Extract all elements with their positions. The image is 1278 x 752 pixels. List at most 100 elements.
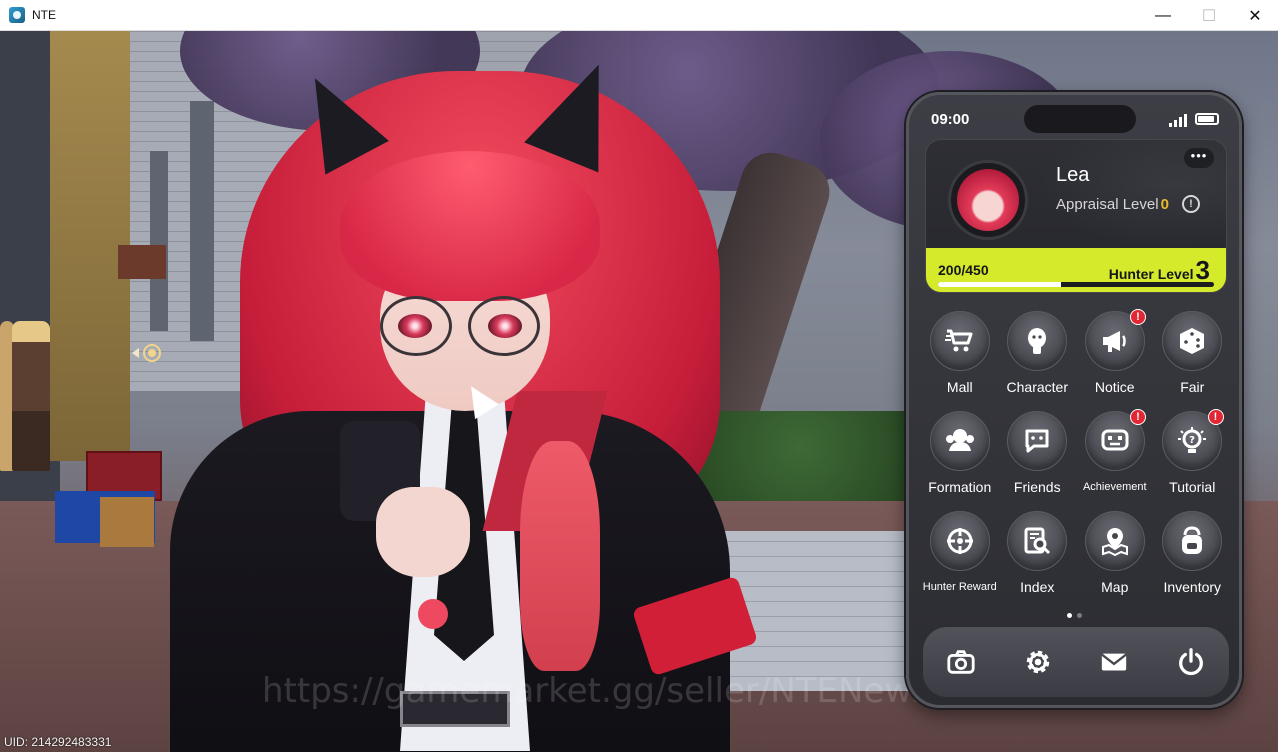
app-tutorial[interactable]: ?! Tutorial [1154,409,1232,511]
xp-progress-track [938,282,1214,287]
app-label: Map [1101,579,1129,595]
camera-icon [947,650,975,674]
map-pin-icon [1101,528,1128,557]
phone-dock [923,627,1229,697]
app-achievement[interactable]: ! Achievement [1076,409,1154,511]
power-icon [1178,648,1203,676]
app-notice[interactable]: ! Notice [1076,309,1154,411]
phone-clock: 09:00 [931,111,970,128]
mall-app-button[interactable] [929,311,990,371]
map-app-button[interactable] [1084,511,1145,571]
character-glasses [370,296,550,356]
character-bangs [340,151,600,301]
app-friends[interactable]: Friends [999,411,1077,511]
page-indicator [1067,613,1082,618]
app-logo-icon [9,7,25,23]
app-label: Index [1020,579,1055,595]
character-hand [376,487,470,577]
app-formation[interactable]: Formation [921,411,999,511]
app-character[interactable]: Character [999,311,1077,411]
hunter-level-label: Hunter Level [1108,266,1194,282]
phone-notch [1024,105,1136,133]
notification-badge: ! [1130,309,1146,325]
window-title: NTE [32,8,56,22]
page-dot[interactable] [1067,613,1072,618]
page-dot[interactable] [1077,613,1082,618]
close-button[interactable]: ✕ [1232,0,1278,31]
app-label: Mall [946,379,973,395]
app-label: Inventory [1163,579,1222,595]
hunter-level-value: 3 [1195,255,1210,285]
battery-icon [1195,113,1219,125]
hunter-level: Hunter Level 3 [1108,255,1210,285]
svg-text:?: ? [1189,435,1195,446]
app-label: Hunter Reward [922,581,997,593]
fair-app-button[interactable] [1162,311,1223,371]
maximize-button[interactable]: ☐ [1186,0,1232,31]
app-label: Tutorial [1169,479,1216,495]
window-controls: — ☐ ✕ [1140,0,1278,31]
notification-badge: ! [1130,409,1146,425]
app-map[interactable]: Map [1076,511,1154,611]
info-icon[interactable]: ! [1182,195,1200,213]
player-name: Lea [1056,164,1090,186]
chat-icon [1025,429,1049,453]
minimize-button[interactable]: — [1140,0,1186,31]
cart-icon [944,329,973,352]
app-label: Notice [1094,379,1135,395]
xp-progress-text: 200/450 [938,262,989,278]
appraisal-level: Appraisal Level 0 [1056,196,1169,213]
mail-button[interactable] [1092,640,1136,684]
hunter-reward-app-button[interactable] [929,511,990,571]
avatar-portrait [957,169,1019,231]
camera-button[interactable] [939,640,983,684]
hunter-level-bar: 200/450 Hunter Level 3 [926,248,1226,292]
formation-app-button[interactable] [929,411,990,471]
more-options-button[interactable]: ••• [1184,148,1214,168]
app-fair[interactable]: Fair [1154,311,1232,411]
character-eye [398,314,432,338]
lightbulb-icon: ? [1178,427,1207,453]
app-label: Formation [928,479,992,495]
settings-gear-icon [1026,650,1049,674]
player-character [0,31,900,752]
dice-icon [1180,328,1205,354]
achievement-icon [1101,429,1129,451]
index-app-button[interactable] [1007,511,1068,571]
character-eye [488,314,522,338]
app-inventory[interactable]: Inventory [1154,511,1232,611]
app-label: Achievement [1082,481,1147,493]
crosshair-icon [946,528,973,554]
profile-card[interactable]: ••• Lea Appraisal Level 0 ! 200/450 Hunt… [925,139,1227,293]
signal-icon [1169,113,1187,127]
uid-label: UID: 214292483331 [4,735,112,749]
character-icon [1028,328,1047,354]
title-bar: NTE — ☐ ✕ [0,0,1278,31]
appraisal-level-value: 0 [1160,196,1169,213]
inventory-app-button[interactable] [1162,511,1223,571]
avatar[interactable] [948,160,1028,240]
backpack-icon [1182,526,1203,554]
app-mall[interactable]: Mall [921,311,999,411]
cat-plush-keychain [520,441,600,671]
friends-app-button[interactable] [1007,411,1068,471]
app-index[interactable]: Index [999,511,1077,611]
notification-badge: ! [1207,409,1224,425]
game-window: NTE — ☐ ✕ https://gamemarket.gg/seller/N… [0,0,1278,752]
game-scene[interactable]: https://gamemarket.gg/seller/NTENews UID… [0,31,1278,752]
mail-icon [1101,653,1128,671]
phone-menu: 09:00 ••• Lea Appraisal Level 0 ! 200/45… [906,92,1242,708]
xp-progress-fill [938,282,1061,287]
app-label: Friends [1013,479,1061,495]
appraisal-label: Appraisal Level [1056,196,1159,213]
formation-icon [945,429,974,451]
paw-print-icon [418,599,448,629]
app-hunter-reward[interactable]: Hunter Reward [921,511,999,611]
megaphone-icon [1102,331,1126,352]
settings-gear-button[interactable] [1016,640,1060,684]
app-grid: Mall Character! Notice Fair Formation Friends… [921,309,1232,611]
phone-status-bar: 09:00 [931,105,1221,133]
character-app-button[interactable] [1007,311,1068,371]
power-button[interactable] [1169,640,1213,684]
app-label: Fair [1180,379,1205,395]
